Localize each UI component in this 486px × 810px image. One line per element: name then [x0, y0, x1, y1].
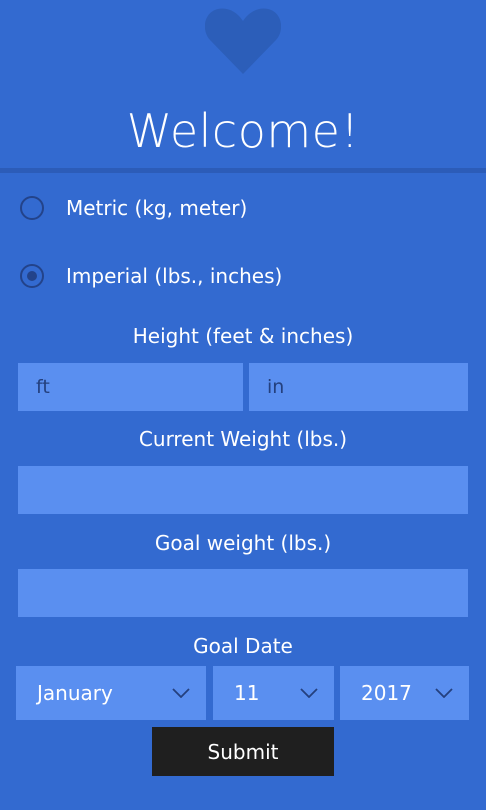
page-title: Welcome! [126, 104, 360, 158]
goal-weight-label: Goal weight (lbs.) [154, 531, 332, 555]
imperial-radio[interactable]: Imperial (lbs., inches) [16, 258, 282, 294]
goal-day-value: 11 [234, 681, 260, 705]
chevron-down-icon [435, 688, 453, 698]
imperial-radio-circle[interactable] [20, 264, 44, 288]
height-inches-input[interactable] [249, 363, 468, 411]
metric-radio[interactable]: Metric (kg, meter) [16, 190, 247, 226]
goal-day-select[interactable]: 11 [213, 666, 334, 720]
goal-date-label: Goal Date [193, 634, 293, 658]
metric-radio-label: Metric (kg, meter) [66, 196, 248, 220]
chevron-down-icon [300, 688, 318, 698]
goal-year-select[interactable]: 2017 [340, 666, 469, 720]
metric-radio-circle[interactable] [20, 196, 44, 220]
goal-month-value: January [37, 681, 113, 705]
height-feet-input[interactable] [18, 363, 243, 411]
goal-weight-input[interactable] [18, 569, 468, 617]
goal-month-select[interactable]: January [16, 666, 206, 720]
current-weight-label: Current Weight (lbs.) [138, 427, 348, 451]
chevron-down-icon [172, 688, 190, 698]
header-divider [0, 168, 486, 173]
goal-year-value: 2017 [361, 681, 412, 705]
imperial-radio-label: Imperial (lbs., inches) [66, 264, 283, 288]
height-label: Height (feet & inches) [132, 324, 354, 348]
current-weight-input[interactable] [18, 466, 468, 514]
heart-icon [205, 8, 281, 74]
submit-button[interactable]: Submit [152, 727, 334, 776]
